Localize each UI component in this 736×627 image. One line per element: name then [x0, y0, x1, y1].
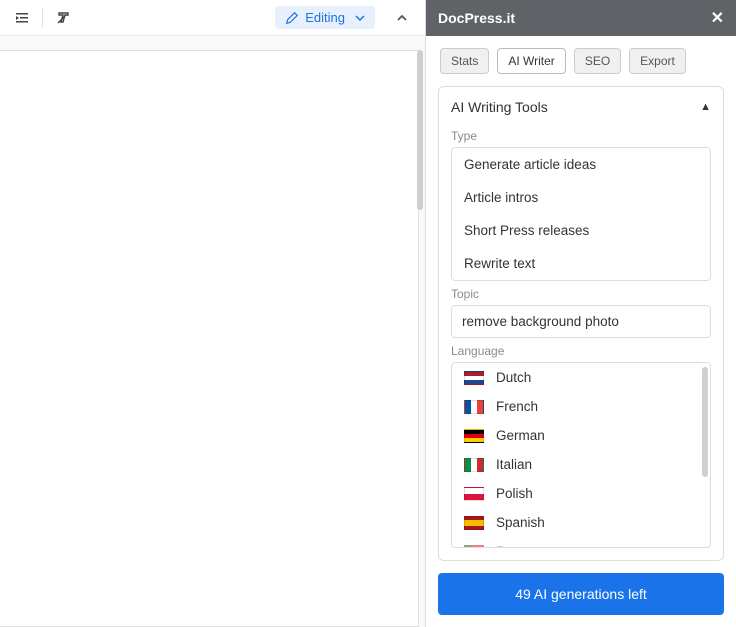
type-option[interactable]: Rewrite text — [452, 247, 710, 280]
language-name: Polish — [496, 486, 533, 501]
type-option[interactable]: Short Press releases — [452, 214, 710, 247]
language-name: French — [496, 399, 538, 414]
type-option[interactable]: Article intros — [452, 181, 710, 214]
editing-mode-label: Editing — [305, 10, 345, 25]
language-list: Dutch French German Italian Polish Spani… — [451, 362, 711, 548]
flag-fr-icon — [464, 400, 484, 414]
ai-tools-header[interactable]: AI Writing Tools ▲ — [451, 97, 711, 123]
topic-label: Topic — [451, 287, 711, 301]
language-name: Spanish — [496, 515, 545, 530]
sidebar-panel: DocPress.it ✕ Stats AI Writer SEO Export… — [426, 0, 736, 627]
editing-mode-button[interactable]: Editing — [275, 6, 375, 29]
language-option[interactable]: German — [452, 421, 710, 450]
caret-down-icon — [355, 13, 365, 23]
toolbar-separator — [42, 8, 43, 28]
panel-title: DocPress.it — [438, 10, 515, 26]
generate-button[interactable]: 49 AI generations left — [438, 573, 724, 615]
tab-ai-writer[interactable]: AI Writer — [497, 48, 565, 74]
type-option-list: Generate article ideas Article intros Sh… — [451, 147, 711, 281]
flag-de-icon — [464, 429, 484, 443]
flag-it-icon — [464, 458, 484, 472]
language-name: Italian — [496, 457, 532, 472]
panel-tabs: Stats AI Writer SEO Export — [426, 36, 736, 82]
document-scrollbar-thumb[interactable] — [417, 50, 423, 210]
collapse-toolbar-button[interactable] — [387, 4, 417, 32]
panel-header: DocPress.it ✕ — [426, 0, 736, 36]
topic-input[interactable] — [451, 305, 711, 338]
language-option[interactable]: Italian — [452, 450, 710, 479]
language-name: Dutch — [496, 370, 531, 385]
type-option[interactable]: Generate article ideas — [452, 148, 710, 181]
indent-icon[interactable] — [8, 4, 36, 32]
flag-nl-icon — [464, 371, 484, 385]
tab-export[interactable]: Export — [629, 48, 686, 74]
chevron-up-icon — [396, 12, 408, 24]
type-label: Type — [451, 129, 711, 143]
language-option[interactable]: Polish — [452, 479, 710, 508]
language-name: Portuguese — [496, 544, 565, 548]
tab-stats[interactable]: Stats — [440, 48, 489, 74]
language-name: German — [496, 428, 545, 443]
language-option[interactable]: Portuguese — [452, 537, 710, 548]
language-scrollbar-thumb[interactable] — [702, 367, 708, 477]
flag-pt-icon — [464, 545, 484, 549]
close-icon[interactable]: ✕ — [711, 8, 724, 28]
tab-seo[interactable]: SEO — [574, 48, 621, 74]
editor-area: Editing — [0, 0, 426, 627]
flag-es-icon — [464, 516, 484, 530]
language-option[interactable]: French — [452, 392, 710, 421]
document-scrollbar[interactable] — [417, 50, 423, 619]
language-label: Language — [451, 344, 711, 358]
language-option[interactable]: Spanish — [452, 508, 710, 537]
language-option[interactable]: Dutch — [452, 363, 710, 392]
language-scrollbar[interactable] — [702, 367, 708, 543]
editor-toolbar: Editing — [0, 0, 425, 36]
clear-format-icon[interactable] — [49, 4, 77, 32]
collapse-triangle-icon: ▲ — [700, 101, 711, 113]
flag-pl-icon — [464, 487, 484, 501]
document-surface[interactable] — [0, 50, 419, 627]
ai-tools-title: AI Writing Tools — [451, 99, 548, 115]
ai-tools-box: AI Writing Tools ▲ Type Generate article… — [438, 86, 724, 561]
pencil-icon — [285, 11, 299, 25]
